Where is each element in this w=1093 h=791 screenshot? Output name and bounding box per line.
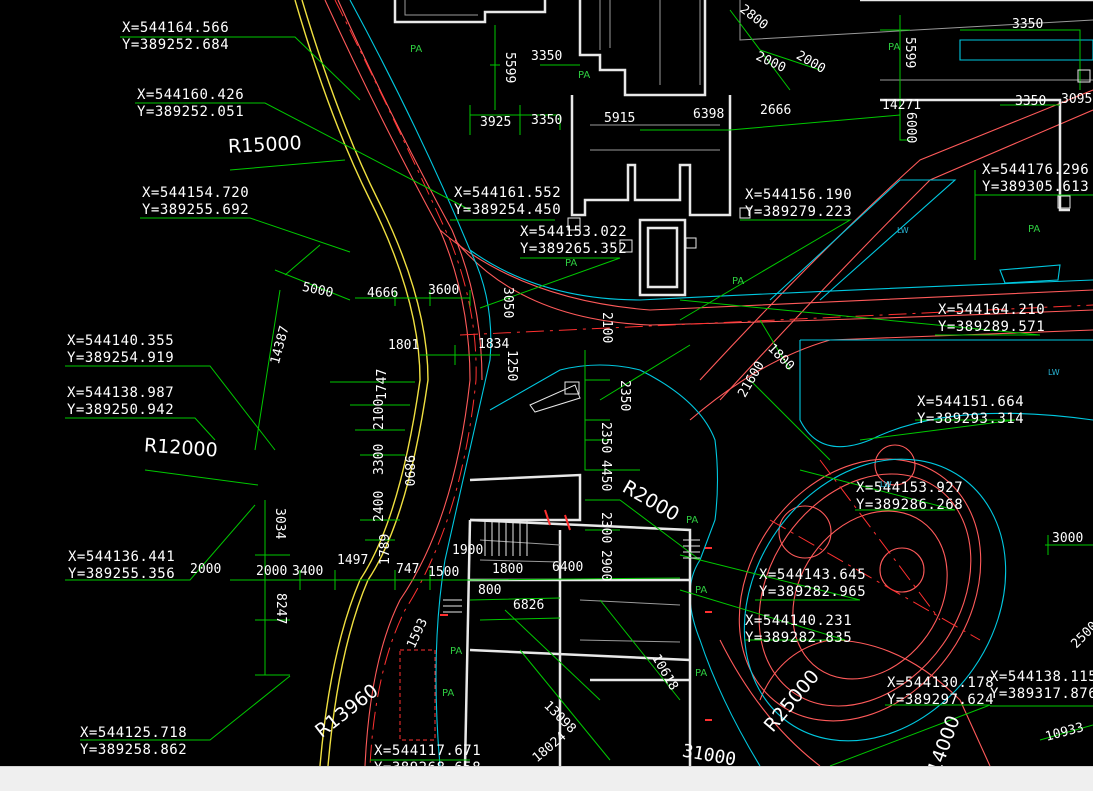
coordinate-label: X=544164.566 Y=389252.684 <box>122 20 230 53</box>
dimension-label: 1800 <box>492 562 524 577</box>
dimension-label: 747 <box>396 562 420 577</box>
status-bar <box>0 766 1093 791</box>
dimension-label: 1497 <box>337 553 369 568</box>
area-tag: LW <box>897 226 909 235</box>
coordinate-label: X=544151.664 Y=389293.314 <box>917 394 1025 427</box>
coordinate-label: X=544143.645 Y=389282.965 <box>759 567 867 600</box>
dimension-label: 8247 <box>273 593 288 625</box>
area-tag: PA <box>578 70 591 81</box>
dimension-label: 9890 <box>401 455 416 487</box>
dimension-label: 3400 <box>292 564 324 579</box>
dimension-label: 2350 <box>617 380 632 412</box>
dimension-label: 2666 <box>760 103 792 118</box>
area-tag: PA <box>1028 224 1041 235</box>
area-tag: PA <box>686 515 699 526</box>
coordinate-label: X=544138.115 Y=389317.876 <box>990 669 1093 702</box>
area-tag: PA <box>442 688 455 699</box>
coordinate-label: X=544136.441 Y=389255.356 <box>68 549 176 582</box>
coordinate-label: X=544130.178 Y=389297.624 <box>887 675 995 708</box>
coordinate-label: X=544140.355 Y=389254.919 <box>67 333 175 366</box>
coordinate-label: X=544156.190 Y=389279.223 <box>745 187 853 220</box>
dimension-label: 3350 <box>1015 94 1047 109</box>
dimension-label: 3600 <box>428 283 460 298</box>
dimension-label: 6400 <box>552 560 584 575</box>
area-tag: PA <box>732 276 745 287</box>
dimension-label: 2350 <box>598 422 613 454</box>
dimension-label: 3034 <box>272 508 287 540</box>
area-tag: PA <box>695 585 708 596</box>
dimension-label: 3350 <box>531 113 563 128</box>
dimension-label: 6000 <box>903 112 918 144</box>
dimension-label: 1801 <box>388 338 420 353</box>
radius-label: R15000 <box>227 132 303 158</box>
dimension-label: 6398 <box>693 107 725 122</box>
area-tag: PA <box>695 668 708 679</box>
dimension-label: 4450 <box>598 460 613 492</box>
dimension-label: 1900 <box>452 543 484 558</box>
area-tag: PA <box>450 646 463 657</box>
coordinate-label: X=544164.210 Y=389289.571 <box>938 302 1046 335</box>
dimension-label: 2300 <box>598 512 613 544</box>
dimension-label: 3350 <box>1012 17 1044 32</box>
dimension-label: 2400 <box>372 490 387 522</box>
coordinate-label: X=544125.718 Y=389258.862 <box>80 725 188 758</box>
dimension-label: 3350 <box>531 49 563 64</box>
yellow-boundary <box>294 0 429 766</box>
dimension-label: 3050 <box>500 287 515 319</box>
dimension-label: 4666 <box>367 286 399 301</box>
dimension-label: 2100 <box>372 398 387 430</box>
area-tag: PA <box>410 44 423 55</box>
coordinate-label: X=544161.552 Y=389254.450 <box>454 185 562 218</box>
dimension-label: 14271 <box>882 98 922 113</box>
dimension-label: 2900 <box>598 550 613 582</box>
coordinate-label: X=544140.231 Y=389282.835 <box>745 613 853 646</box>
coordinate-label: X=544138.987 Y=389250.942 <box>67 385 175 418</box>
area-tag: PA <box>888 42 901 53</box>
area-tag: PA <box>565 258 578 269</box>
dimension-label: 5915 <box>604 111 636 126</box>
dimension-label: 6826 <box>513 598 545 613</box>
dimension-label: 2000 <box>256 564 288 579</box>
dimension-label: 1747 <box>375 368 390 400</box>
dimension-label: 2100 <box>599 312 614 344</box>
dimension-label: 3925 <box>480 115 512 130</box>
dimension-label: 5599 <box>502 52 517 84</box>
dimension-label: 800 <box>478 583 502 598</box>
dimension-label: 2000 <box>190 562 222 577</box>
area-tag: LW <box>880 480 892 489</box>
dimension-label: 1250 <box>504 350 519 382</box>
coordinate-label: X=544154.720 Y=389255.692 <box>142 185 250 218</box>
dimension-label: 3000 <box>1052 531 1084 546</box>
dimension-label: 1500 <box>428 565 460 580</box>
dimension-label: 3300 <box>372 443 387 475</box>
cad-drawing-viewport[interactable]: X=544164.566 Y=389252.684 X=544160.426 Y=3… <box>0 0 1093 789</box>
coordinate-label: X=544153.022 Y=389265.352 <box>520 224 628 257</box>
coordinate-label: X=544160.426 Y=389252.051 <box>137 87 245 120</box>
coordinate-label: X=544176.296 Y=389305.613 <box>982 162 1090 195</box>
dimension-label: 1789 <box>378 533 393 565</box>
dimension-label: 3095 <box>1061 92 1093 107</box>
area-tag: LW <box>1048 368 1060 377</box>
coordinate-label: X=544153.927 Y=389286.268 <box>856 480 964 513</box>
dimension-label: 5599 <box>902 37 917 69</box>
